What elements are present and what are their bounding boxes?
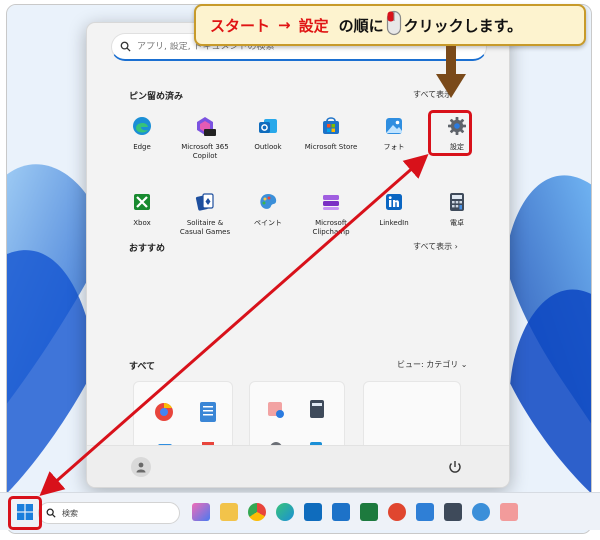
callout-end-text: クリックします。 [403, 16, 523, 35]
paint-icon [257, 191, 279, 213]
outlook-icon [257, 115, 279, 137]
start-footer [87, 445, 509, 487]
linkedin-icon [383, 191, 405, 213]
app-label: Microsoft Clipchamp [312, 219, 350, 236]
start-menu: ピン留め済み すべて表示 Edge Microsoft 365 Copilot … [86, 22, 510, 488]
snipping-tool-taskbar-icon[interactable] [500, 503, 518, 521]
view-label: ビュー: カテゴリ [397, 360, 459, 369]
search-icon [46, 508, 56, 518]
app-label: 電卓 [450, 219, 464, 227]
copilot-taskbar-icon[interactable] [192, 503, 210, 521]
chevron-right-icon: › [454, 242, 458, 251]
power-button[interactable] [447, 459, 463, 475]
notepad-taskbar-icon[interactable] [416, 503, 434, 521]
app-outlook[interactable]: Outlook [237, 111, 299, 179]
app-m365-copilot[interactable]: Microsoft 365 Copilot [174, 111, 236, 179]
app-label: Solitaire & Casual Games [179, 219, 231, 236]
solitaire-icon [194, 191, 216, 213]
app-paint[interactable]: ペイント [237, 187, 299, 255]
app-label: Xbox [133, 219, 151, 227]
settings-highlight-box [428, 110, 472, 156]
mouse-icon [386, 10, 402, 40]
app-photos[interactable]: フォト [363, 111, 425, 179]
start-highlight-box [8, 496, 42, 530]
user-avatar[interactable] [131, 457, 151, 477]
calculator-icon [446, 191, 468, 213]
power-icon [449, 461, 461, 473]
photos-icon [383, 115, 405, 137]
recommended-title: おすすめ [129, 244, 166, 254]
store-icon [320, 115, 342, 137]
callout-arrow: → [278, 16, 291, 34]
edge-taskbar-icon[interactable] [276, 503, 294, 521]
app-label: Microsoft Store [304, 143, 358, 151]
paint-taskbar-icon[interactable] [472, 503, 490, 521]
view-category-dropdown[interactable]: ビュー: カテゴリ ⌄ [397, 359, 468, 370]
photos-taskbar-icon[interactable] [388, 503, 406, 521]
app-edge[interactable]: Edge [111, 111, 173, 179]
calculator-small-icon [310, 400, 324, 418]
taskbar-search[interactable]: 検索 [38, 502, 180, 524]
chrome-taskbar-icon[interactable] [248, 503, 266, 521]
app-clipchamp[interactable]: Microsoft Clipchamp [300, 187, 362, 255]
app-label: フォト [383, 143, 405, 151]
callout-step-settings: 設定 [298, 16, 329, 35]
app-solitaire[interactable]: Solitaire & Casual Games [174, 187, 236, 255]
calculator-taskbar-icon[interactable] [444, 503, 462, 521]
excel-taskbar-icon[interactable] [360, 503, 378, 521]
app-label: Edge [133, 143, 151, 151]
xbox-icon [131, 191, 153, 213]
app-label: LinkedIn [379, 219, 409, 227]
recommended-all-label: すべて表示 [413, 242, 453, 251]
notepad-icon [200, 402, 216, 422]
app-label: Microsoft 365 Copilot [181, 143, 229, 160]
chevron-down-icon: ⌄ [460, 360, 468, 369]
outlook-taskbar-icon[interactable] [304, 503, 322, 521]
all-apps-title: すべて [129, 362, 156, 372]
user-icon [136, 462, 146, 473]
pinned-title: ピン留め済み [129, 92, 184, 102]
clipchamp-icon [320, 191, 342, 213]
callout-step-start: スタート [210, 16, 271, 35]
recommended-all-link[interactable]: すべて表示 › [413, 241, 458, 252]
pinned-all-link[interactable]: すべて表示 [413, 89, 452, 100]
store-taskbar-icon[interactable] [332, 503, 350, 521]
taskbar-search-label: 検索 [62, 508, 78, 518]
m365-copilot-icon [194, 115, 216, 137]
edge-icon [131, 115, 153, 137]
app-microsoft-store[interactable]: Microsoft Store [300, 111, 362, 179]
search-icon [120, 41, 131, 52]
callout-middle-text: の順に [338, 16, 384, 35]
app-label: ペイント [254, 219, 282, 227]
app-label: Outlook [254, 143, 282, 151]
instruction-callout: スタート → 設定 の順に クリックします。 [194, 4, 586, 46]
taskbar: 検索 [0, 492, 600, 530]
file-explorer-taskbar-icon[interactable] [220, 503, 238, 521]
